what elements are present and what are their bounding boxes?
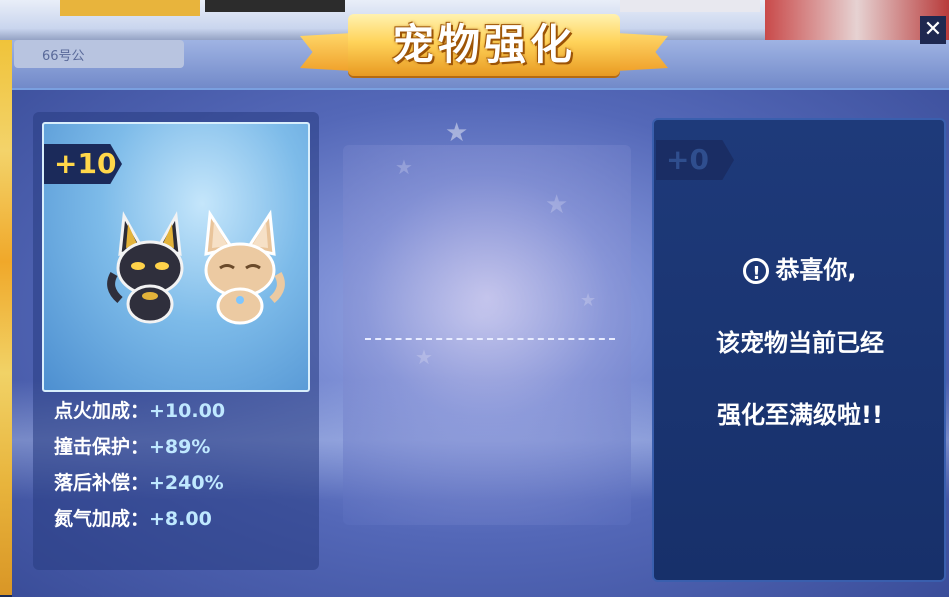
- black-fox-pet-image: [107, 211, 184, 324]
- max-level-message-line1: ! 恭喜你,: [655, 252, 945, 288]
- star-icon: ★: [445, 118, 469, 148]
- warning-icon: !: [743, 258, 770, 284]
- pet-stat-list: 点火加成：+10.00 撞击保护：+89% 落后补偿：+240% 氮气加成：+8…: [54, 397, 304, 541]
- background-bar: [205, 0, 345, 12]
- tan-fox-pet-image: [204, 209, 285, 325]
- stat-value: +240%: [149, 472, 224, 494]
- background-tab-label: 66号公: [42, 49, 85, 64]
- stat-value: +89%: [149, 436, 211, 458]
- stat-label: 撞击保护：: [54, 436, 150, 458]
- stat-value: +10.00: [149, 400, 226, 422]
- background-side-art: [0, 40, 12, 595]
- stat-label: 点火加成：: [54, 400, 150, 422]
- background-bar-light: [620, 0, 760, 12]
- stat-row: 落后补偿：+240%: [54, 469, 304, 505]
- result-level: +0: [666, 143, 709, 176]
- background-banner: [60, 0, 200, 16]
- close-button[interactable]: ✕: [920, 16, 946, 44]
- stat-label: 落后补偿：: [54, 472, 150, 494]
- stat-row: 氮气加成：+8.00: [54, 505, 304, 541]
- stat-row: 撞击保护：+89%: [54, 433, 304, 469]
- title-ribbon: 宠物强化: [300, 14, 668, 76]
- message-text: 恭喜你,: [775, 256, 857, 284]
- slot-divider: [365, 338, 615, 340]
- level-badge: +10: [44, 144, 122, 184]
- max-level-message-line3: 强化至满级啦!!: [717, 401, 883, 429]
- stat-row: 点火加成：+10.00: [54, 397, 304, 433]
- max-level-message-line2: 该宠物当前已经: [716, 329, 884, 357]
- stat-value: +8.00: [149, 508, 212, 530]
- background-tab: [14, 40, 184, 68]
- stat-label: 氮气加成：: [54, 508, 150, 530]
- pet-level: +10: [54, 147, 117, 180]
- enhance-material-slot[interactable]: [343, 145, 631, 525]
- pet-card[interactable]: +10: [42, 122, 310, 392]
- dialog-title: 宠物强化: [391, 20, 576, 69]
